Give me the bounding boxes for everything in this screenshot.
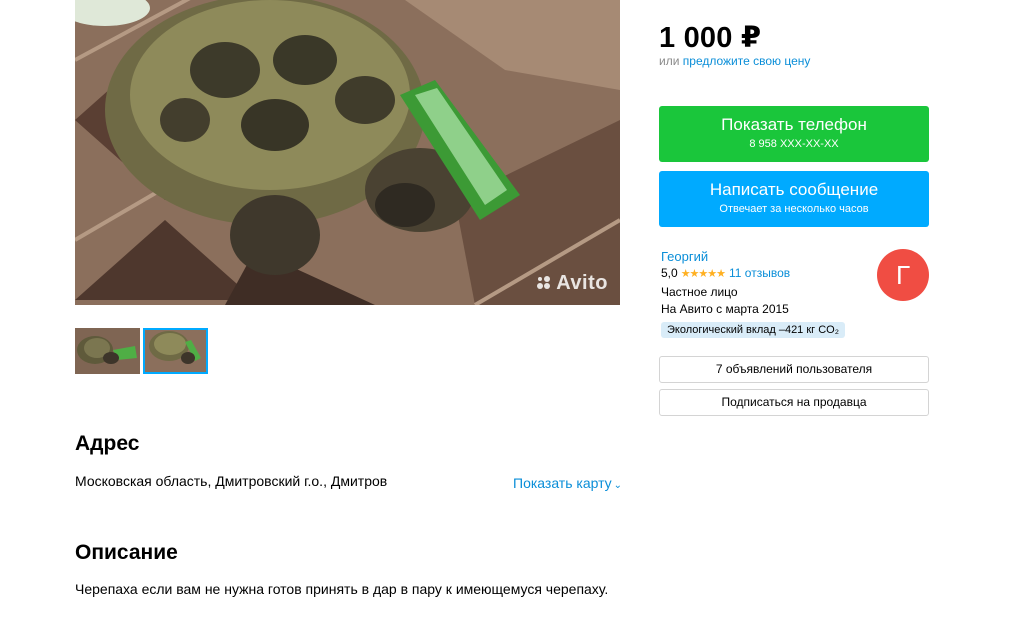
seller-since: На Авито с марта 2015: [661, 302, 789, 316]
chevron-down-icon: ⌄: [613, 480, 623, 491]
rating-value: 5,0: [661, 266, 678, 280]
tortoise-photo: [75, 0, 620, 305]
phone-number: 8 958 XXX-XX-XX: [749, 138, 839, 150]
thumbnail-image: [143, 328, 208, 374]
write-message-label: Написать сообщение: [709, 180, 879, 199]
address-text: Московская область, Дмитровский г.о., Дм…: [75, 473, 388, 489]
description-text: Черепаха если вам не нужна готов принять…: [75, 581, 609, 597]
offer-line: или предложите свою цену: [659, 54, 810, 68]
price: 1 000 ₽: [659, 22, 762, 54]
seller-ads-button[interactable]: 7 объявлений пользователя: [659, 356, 929, 383]
seller-rating: 5,0 ★★★★★ 11 отзывов: [661, 266, 790, 280]
rating-stars-icon: ★★★★★: [680, 268, 726, 280]
write-message-button[interactable]: Написать сообщение Отвечает за несколько…: [659, 171, 929, 227]
main-photo[interactable]: Avito: [75, 0, 620, 305]
watermark: Avito: [536, 272, 608, 295]
subscribe-seller-button[interactable]: Подписаться на продавца: [659, 389, 929, 416]
thumbnail-image: [75, 328, 140, 374]
address-title: Адрес: [75, 432, 140, 455]
show-map-link[interactable]: Показать карту ⌄: [513, 475, 622, 491]
response-time: Отвечает за несколько часов: [719, 203, 869, 215]
watermark-text: Avito: [556, 272, 608, 294]
show-map-label: Показать карту: [513, 475, 612, 491]
thumbnail-1[interactable]: [75, 328, 140, 374]
seller-type: Частное лицо: [661, 285, 738, 299]
show-phone-label: Показать телефон: [721, 115, 867, 134]
avito-logo-icon: [537, 276, 551, 289]
eco-contribution-badge[interactable]: Экологический вклад –421 кг CO₂: [661, 322, 846, 338]
thumbnail-2[interactable]: [143, 328, 208, 374]
description-title: Описание: [75, 541, 178, 564]
thumbnail-strip: [75, 328, 208, 374]
show-phone-button[interactable]: Показать телефон 8 958 XXX-XX-XX: [659, 106, 929, 162]
offer-prefix: или: [659, 54, 680, 68]
offer-price-link[interactable]: предложите свою цену: [683, 54, 811, 68]
seller-name[interactable]: Георгий: [661, 249, 708, 264]
avatar[interactable]: Г: [877, 249, 929, 301]
reviews-link[interactable]: 11 отзывов: [729, 266, 790, 280]
